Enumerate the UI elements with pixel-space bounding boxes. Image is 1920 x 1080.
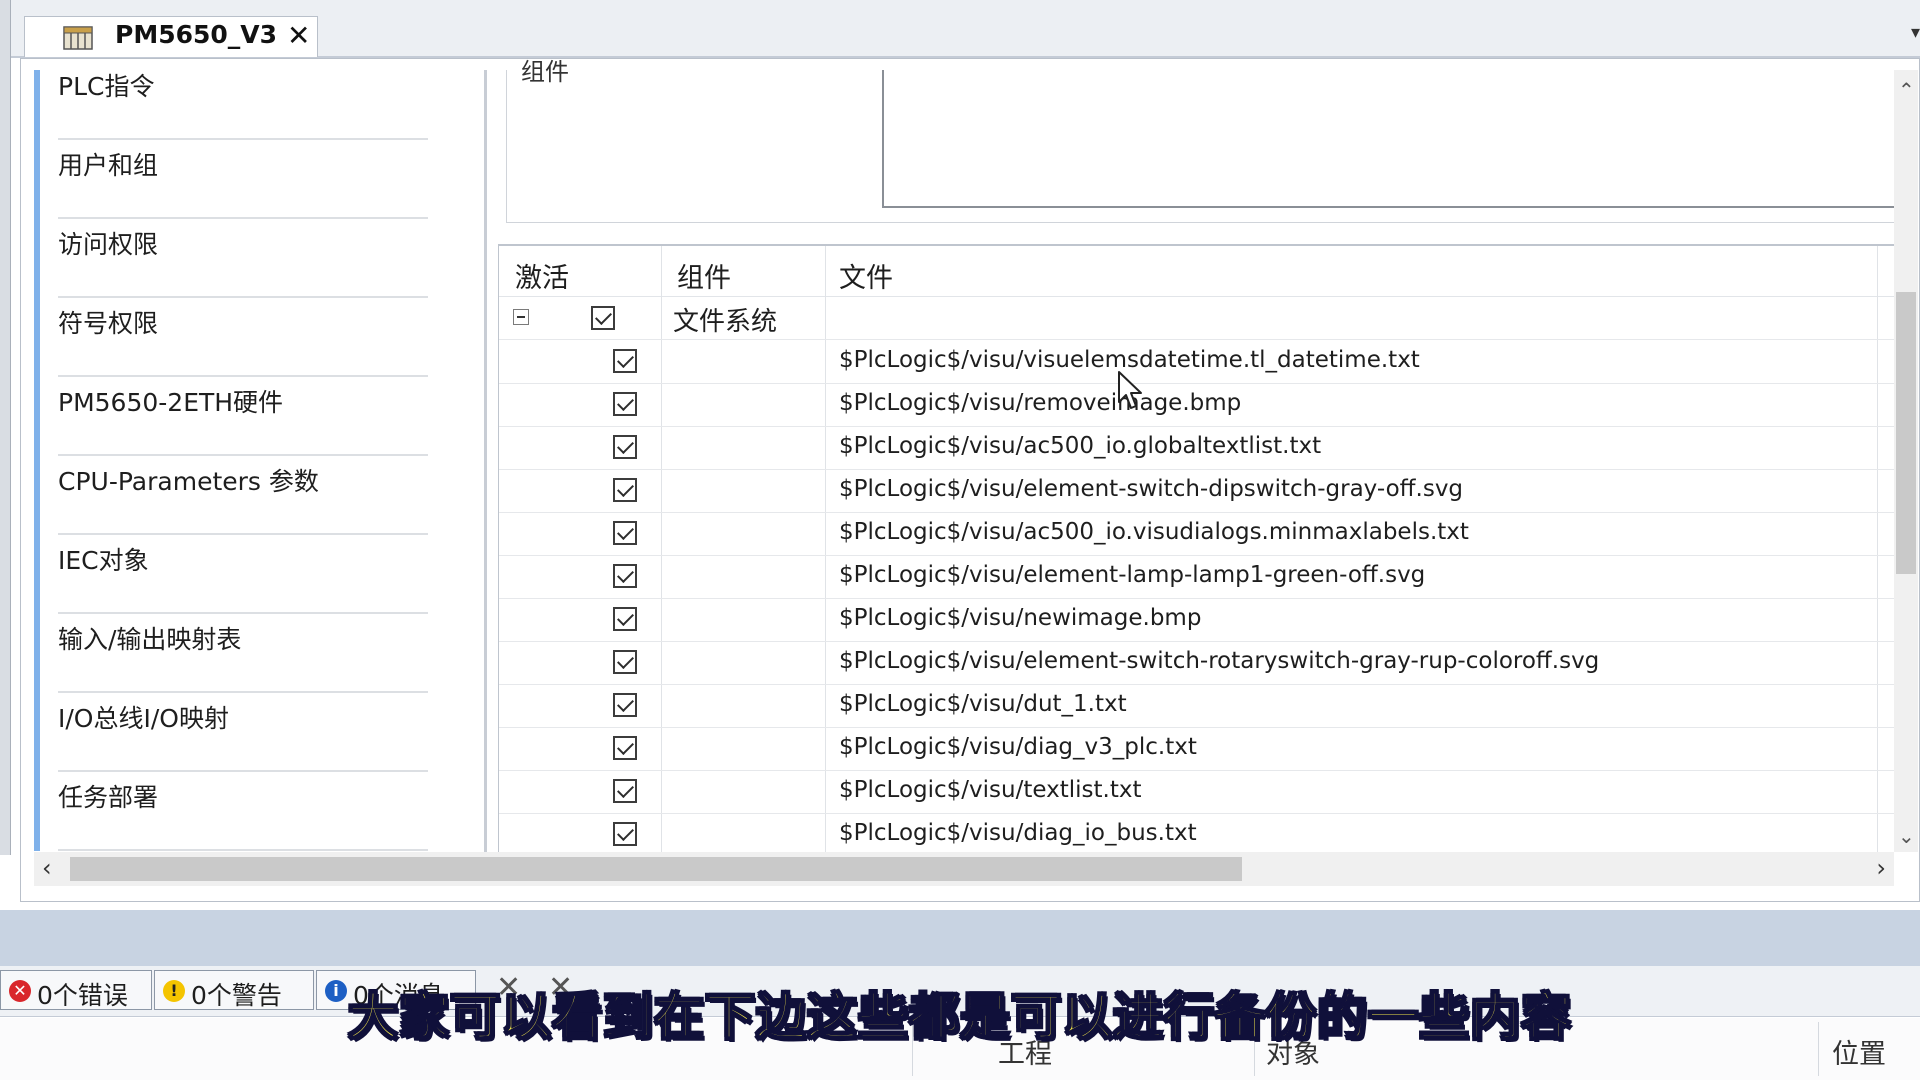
nav-item-label: IEC对象 [58,546,149,575]
file-path: $PlcLogic$/visu/dut_1.txt [839,691,1127,717]
row-checkbox[interactable] [613,521,637,545]
nav-accent-bar [34,377,40,456]
table-row[interactable]: $PlcLogic$/visu/dut_1.txt [499,684,1895,728]
table-row[interactable]: $PlcLogic$/visu/ac500_io.globaltextlist.… [499,426,1895,470]
table-row[interactable]: $PlcLogic$/visu/diag_io_bus.txt [499,813,1895,854]
file-path: $PlcLogic$/visu/textlist.txt [839,777,1142,803]
file-path: $PlcLogic$/visu/ac500_io.visudialogs.min… [839,519,1469,545]
scroll-down-icon[interactable]: ⌄ [1898,824,1915,848]
scroll-up-icon[interactable]: ⌃ [1898,78,1915,102]
nav-accent-bar [34,772,40,851]
row-checkbox[interactable] [613,478,637,502]
close-icon[interactable]: ✕ [287,19,310,52]
row-checkbox[interactable] [613,650,637,674]
nav-item-label: 符号权限 [58,309,159,338]
nav-accent-bar [34,535,40,614]
messages-panel-header [0,910,1920,966]
chevron-down-icon[interactable]: ▾ [1911,22,1920,43]
scroll-left-icon[interactable]: ‹ [42,854,52,882]
backup-file-table: 激活 组件 文件 文件系统 $PlcLogic$/visu/visuelemsd… [498,244,1895,854]
file-path: $PlcLogic$/visu/diag_io_bus.txt [839,820,1197,846]
nav-separator [58,849,428,851]
nav-item-label: 访问权限 [58,230,159,259]
nav-item-label: CPU-Parameters 参数 [58,467,319,496]
table-row[interactable]: $PlcLogic$/visu/visuelemsdatetime.tl_dat… [499,340,1895,384]
tab-title: PM5650_V3 [115,20,278,49]
table-row[interactable]: $PlcLogic$/visu/element-switch-rotaryswi… [499,641,1895,685]
table-header: 激活 组件 文件 [499,246,1895,297]
nav-item-label: 输入/输出映射表 [58,625,242,654]
file-path: $PlcLogic$/visu/element-lamp-lamp1-green… [839,562,1426,588]
settings-navigation: PLC指令 用户和组 访问权限 符号权限 PM5650-2ETH硬件 CPU-P… [34,70,464,852]
nav-item-access-rights[interactable]: 访问权限 [34,219,464,298]
nav-item-label: PLC指令 [58,72,155,101]
file-path: $PlcLogic$/visu/element-switch-rotaryswi… [839,648,1600,674]
nav-item-label: I/O总线I/O映射 [58,704,229,733]
nav-item-label: 任务部署 [58,783,159,812]
scrollbar-thumb[interactable] [1896,292,1916,574]
table-row[interactable]: $PlcLogic$/visu/element-lamp-lamp1-green… [499,555,1895,599]
column-header-component[interactable]: 组件 [677,256,731,295]
nav-item-iec-objects[interactable]: IEC对象 [34,535,464,614]
file-path: $PlcLogic$/visu/removeimage.bmp [839,390,1242,416]
nav-item-io-mapping[interactable]: 输入/输出映射表 [34,614,464,693]
nav-accent-bar [34,614,40,693]
table-row[interactable]: $PlcLogic$/visu/newimage.bmp [499,598,1895,642]
nav-item-users-groups[interactable]: 用户和组 [34,140,464,219]
table-row[interactable]: $PlcLogic$/visu/diag_v3_plc.txt [499,727,1895,771]
file-path: $PlcLogic$/visu/ac500_io.globaltextlist.… [839,433,1322,459]
row-checkbox[interactable] [613,349,637,373]
scroll-right-icon[interactable]: › [1876,854,1886,882]
collapse-icon[interactable] [513,309,529,325]
horizontal-scrollbar[interactable]: ‹ › [34,852,1894,886]
tab-pm5650-v3[interactable]: PM5650_V3 ✕ [24,16,318,57]
nav-item-symbol-rights[interactable]: 符号权限 [34,298,464,377]
table-row[interactable]: $PlcLogic$/visu/textlist.txt [499,770,1895,814]
group-label: 文件系统 [673,307,778,337]
vertical-scrollbar[interactable]: ⌃ ⌄ [1894,70,1918,852]
column-header-file[interactable]: 文件 [839,256,893,295]
nav-item-label: PM5650-2ETH硬件 [58,388,284,417]
nav-accent-bar [34,140,40,219]
file-path: $PlcLogic$/visu/diag_v3_plc.txt [839,734,1197,760]
video-subtitle: 大家可以看到在下边这些都是可以进行备份的一些内容 [347,987,1572,1047]
group-checkbox[interactable] [591,306,615,330]
nav-accent-bar [34,219,40,298]
nav-item-hardware[interactable]: PM5650-2ETH硬件 [34,377,464,456]
row-checkbox[interactable] [613,607,637,631]
pane-splitter[interactable] [484,70,487,852]
component-detail-box [882,70,1900,208]
row-checkbox[interactable] [613,564,637,588]
nav-accent-bar [34,693,40,772]
table-row[interactable]: $PlcLogic$/visu/ac500_io.visudialogs.min… [499,512,1895,556]
table-row[interactable]: $PlcLogic$/visu/removeimage.bmp [499,383,1895,427]
left-panel-edge [0,0,11,855]
row-checkbox[interactable] [613,822,637,846]
component-label: 组件 [521,58,569,86]
column-header-active[interactable]: 激活 [515,256,569,295]
file-path: $PlcLogic$/visu/newimage.bmp [839,605,1202,631]
nav-item-plc-commands[interactable]: PLC指令 [34,70,464,140]
mouse-cursor-icon [1118,371,1142,409]
scrollbar-thumb[interactable] [70,857,1242,881]
nav-accent-bar [34,456,40,535]
table-row[interactable]: $PlcLogic$/visu/element-switch-dipswitch… [499,469,1895,513]
nav-item-cpu-parameters[interactable]: CPU-Parameters 参数 [34,456,464,535]
nav-item-task-deployment[interactable]: 任务部署 [34,772,464,851]
file-path: $PlcLogic$/visu/element-switch-dipswitch… [839,476,1464,502]
nav-accent-bar [34,298,40,377]
group-row-filesystem[interactable]: 文件系统 [499,296,1895,340]
nav-item-io-bus-mapping[interactable]: I/O总线I/O映射 [34,693,464,772]
row-checkbox[interactable] [613,779,637,803]
row-checkbox[interactable] [613,693,637,717]
component-detail-pane: 组件 [506,58,1900,223]
row-checkbox[interactable] [613,392,637,416]
row-checkbox[interactable] [613,736,637,760]
nav-item-label: 用户和组 [58,151,159,180]
document-tab-strip: PM5650_V3 ✕ ▾ [0,0,1920,58]
plc-device-icon [63,26,93,50]
nav-accent-bar [34,70,40,140]
row-checkbox[interactable] [613,435,637,459]
